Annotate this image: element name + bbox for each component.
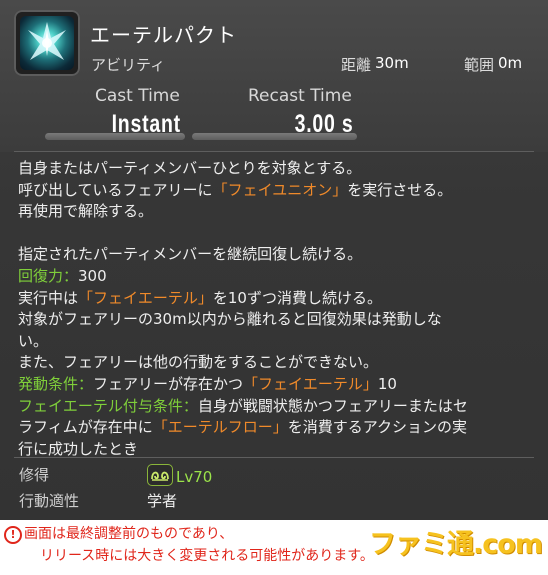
usable-by-value: 学者: [147, 492, 178, 510]
range-label: 距離: [341, 56, 372, 74]
radius-label: 範囲: [464, 56, 495, 74]
grant-condition-label: フェイエーテル付与条件：: [18, 396, 198, 415]
grant-line-2-post: を消費するアクションの実: [287, 418, 467, 437]
notice-line-2: リリース時には大きく変更される可能性があります。: [40, 548, 374, 564]
action-name: エーテルパクト: [90, 23, 237, 47]
desc-line-2-post: を実行させる。: [347, 180, 453, 199]
condition-value: 10: [377, 374, 397, 393]
desc-line-2-pre: 呼び出しているフェアリーに: [18, 180, 213, 199]
cast-time-label: Cast Time: [95, 86, 180, 106]
grant-line-2-pre: ラフィムが存在中に: [18, 418, 153, 437]
desc-line-4: 指定されたパーティメンバーを継続回復し続ける。: [18, 245, 363, 264]
notice-line-1: 画面は最終調整前のものであり、: [24, 526, 234, 542]
warning-icon: !: [4, 526, 22, 544]
meta-divider: [14, 457, 534, 458]
header-divider: [14, 151, 534, 152]
action-category: アビリティ: [91, 56, 166, 74]
recast-time-label: Recast Time: [248, 86, 352, 106]
desc-line-7: 対象がフェアリーの30m以内から離れると回復効果は発動しな: [18, 310, 442, 329]
potency-value: 300: [78, 266, 107, 285]
potency-label: 回復力：: [18, 266, 79, 285]
grant-condition-text: 自身が戦闘状態かつフェアリーまたはセ: [197, 396, 468, 415]
condition-text: フェアリーが存在かつ: [93, 374, 244, 393]
tooltip-header: エーテルパクト アビリティ 距離 30m 範囲 0m Cast Time Rec…: [0, 0, 548, 152]
action-description: 自身またはパーティメンバーひとりを対象とする。 呼び出しているフェアリーに「フェ…: [18, 158, 533, 460]
skill-fey-aether: 「フェイエーテル」: [78, 288, 213, 307]
famitsu-watermark: ファミ通.com: [369, 529, 543, 560]
usable-by-label: 行動適性: [19, 492, 80, 510]
desc-line-9: また、フェアリーは他の行動をすることができない。: [18, 353, 379, 372]
condition-skill: 「フェイエーテル」: [243, 374, 378, 393]
scholar-job-icon: [147, 464, 173, 486]
radius-value: 0m: [498, 54, 523, 72]
skill-aetherflow: 「エーテルフロー」: [152, 418, 288, 437]
acquired-level: Lv70: [176, 468, 213, 486]
acquired-value: Lv70: [147, 464, 212, 486]
recast-time-bar: [192, 133, 357, 140]
desc-line-3: 再使用で解除する。: [18, 202, 154, 221]
desc-line-6-post: を10ずつ消費し続ける。: [212, 288, 382, 307]
condition-label: 発動条件：: [18, 374, 94, 393]
range-value: 30m: [375, 54, 409, 72]
skill-fey-union: 「フェイユニオン」: [212, 180, 348, 199]
action-icon-frame: [14, 10, 80, 76]
action-tooltip: エーテルパクト アビリティ 距離 30m 範囲 0m Cast Time Rec…: [0, 0, 548, 520]
fairy-pact-icon: [20, 16, 74, 70]
acquired-label: 修得: [19, 466, 50, 484]
cast-time-bar: [45, 133, 185, 140]
desc-line-6-pre: 実行中は: [18, 288, 79, 307]
desc-line-1: 自身またはパーティメンバーひとりを対象とする。: [18, 159, 362, 177]
grant-line-3: 行に成功したとき: [18, 439, 139, 458]
desc-line-8: い。: [18, 331, 49, 350]
